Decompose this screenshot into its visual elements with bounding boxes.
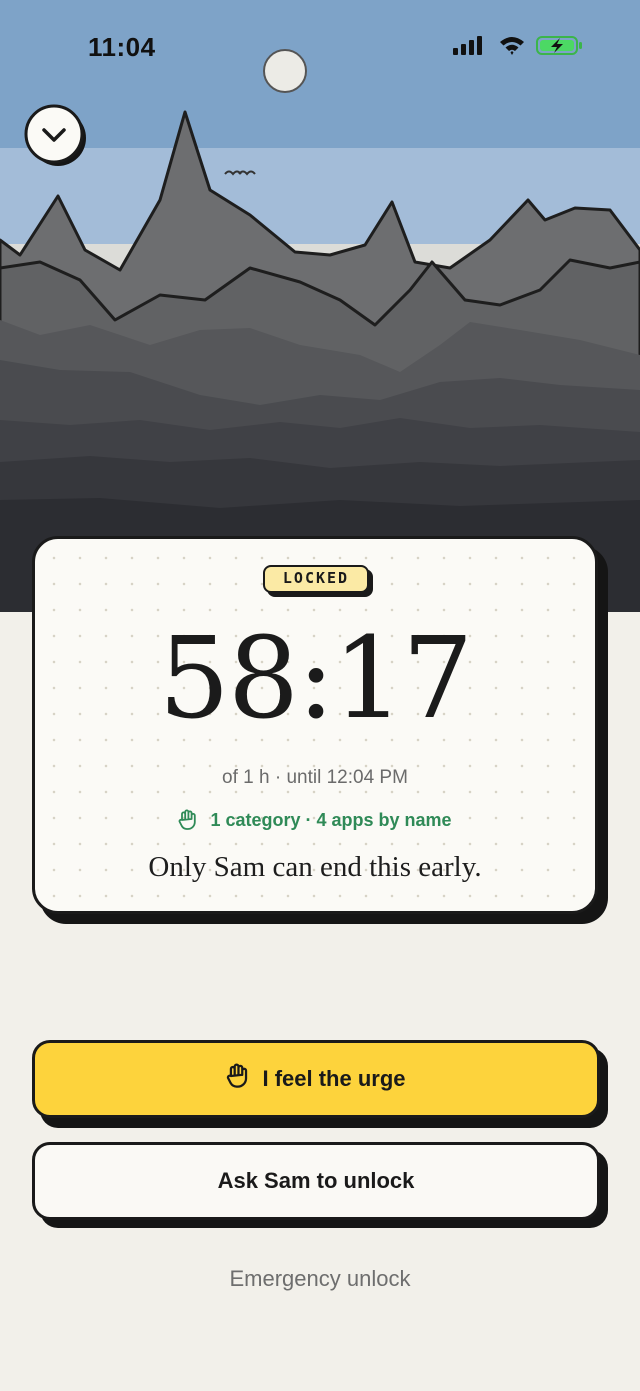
duration-line: of 1 h · until 12:04 PM bbox=[222, 767, 408, 788]
status-icons bbox=[450, 32, 590, 62]
scope-text: 1 category · 4 apps by name bbox=[210, 809, 452, 830]
status-time: 11:04 bbox=[88, 32, 156, 62]
urge-button[interactable]: I feel the urge bbox=[32, 1040, 600, 1118]
unlock-note: Only Sam can end this early. bbox=[148, 851, 482, 883]
countdown-timer: 58:17 bbox=[158, 614, 474, 744]
battery-charging-icon bbox=[536, 36, 582, 55]
status-bar: 11:04 bbox=[0, 0, 640, 96]
status-badge: LOCKED bbox=[263, 565, 373, 597]
ask-unlock-label: Ask Sam to unlock bbox=[217, 1168, 415, 1193]
cellular-signal-icon bbox=[453, 36, 482, 55]
hand-icon bbox=[226, 1063, 250, 1095]
wifi-icon bbox=[500, 37, 524, 55]
lock-card: LOCKED 58:17 of 1 h · until 12:04 PM 1 c… bbox=[32, 536, 598, 914]
urge-button-label: I feel the urge bbox=[262, 1066, 406, 1091]
blocked-scope: 1 category · 4 apps by name bbox=[35, 809, 595, 831]
ask-unlock-button[interactable]: Ask Sam to unlock bbox=[32, 1142, 600, 1220]
emergency-unlock-link[interactable]: Emergency unlock bbox=[0, 1266, 640, 1292]
locked-badge: LOCKED bbox=[263, 565, 369, 593]
collapse-button[interactable] bbox=[24, 104, 86, 166]
hand-icon bbox=[178, 809, 198, 831]
